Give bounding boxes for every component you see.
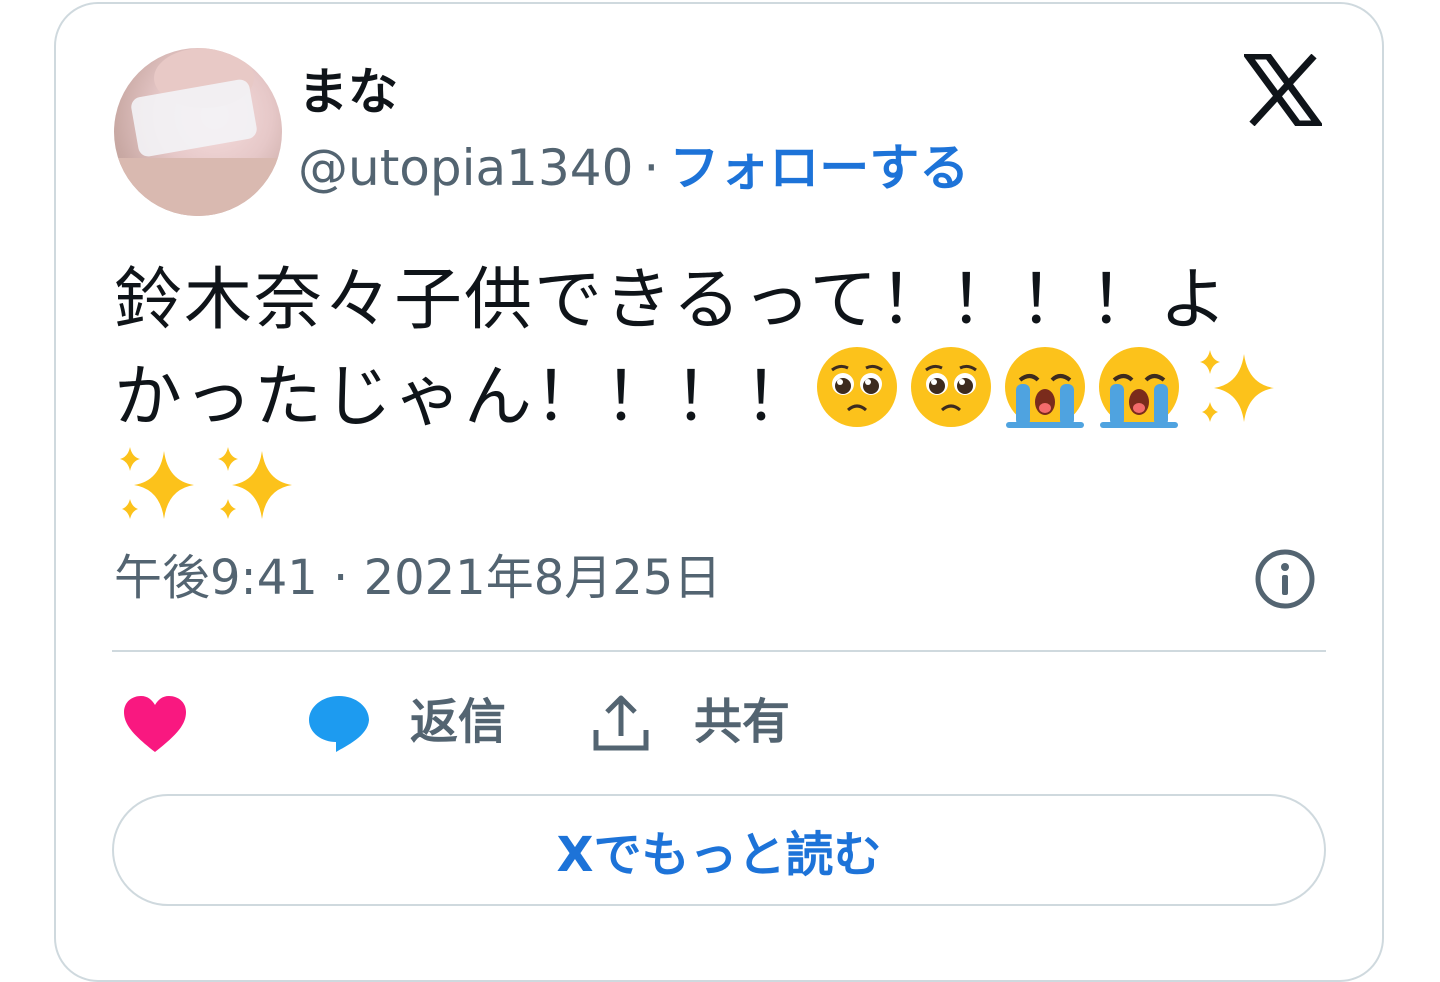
- display-name[interactable]: まな: [298, 62, 398, 122]
- read-more-on-x-button[interactable]: Xでもっと読む: [112, 794, 1326, 906]
- x-logo-icon[interactable]: [1244, 54, 1322, 126]
- like-heart-icon[interactable]: [122, 694, 188, 754]
- pleading-face-icon: [817, 347, 898, 427]
- tweet-timestamp[interactable]: 午後9:41 · 2021年8月25日: [114, 548, 721, 608]
- separator-dot: ·: [643, 139, 660, 197]
- action-bar: 返信 共有: [0, 680, 1440, 770]
- loudly-crying-face-icon: [1099, 347, 1180, 428]
- loudly-crying-face-icon: [1005, 347, 1086, 428]
- sparkles-icon: [1200, 350, 1275, 422]
- tweet-text: 鈴木奈々子供できるって！！！！よ かったじゃん！！！！: [114, 258, 1314, 538]
- tweet-text-line1: 鈴木奈々子供できるって！！！！よ: [114, 261, 1230, 340]
- tweet-text-line2: かったじゃん！！！！: [114, 358, 815, 437]
- handle-row: @utopia1340 · フォローする: [298, 138, 969, 198]
- share-button[interactable]: 共有: [694, 692, 790, 752]
- sparkles-icon: [218, 447, 292, 519]
- avatar[interactable]: [114, 48, 282, 216]
- reply-bubble-icon[interactable]: [306, 692, 372, 754]
- divider: [112, 650, 1326, 652]
- share-upload-icon[interactable]: [590, 692, 652, 754]
- follow-button[interactable]: フォローする: [669, 139, 969, 197]
- user-handle[interactable]: @utopia1340: [298, 139, 633, 197]
- sparkles-icon: [120, 447, 194, 519]
- reply-button[interactable]: 返信: [410, 692, 506, 752]
- pleading-face-icon: [911, 347, 992, 427]
- info-icon[interactable]: [1254, 548, 1316, 610]
- read-more-label: Xでもっと読む: [556, 827, 882, 883]
